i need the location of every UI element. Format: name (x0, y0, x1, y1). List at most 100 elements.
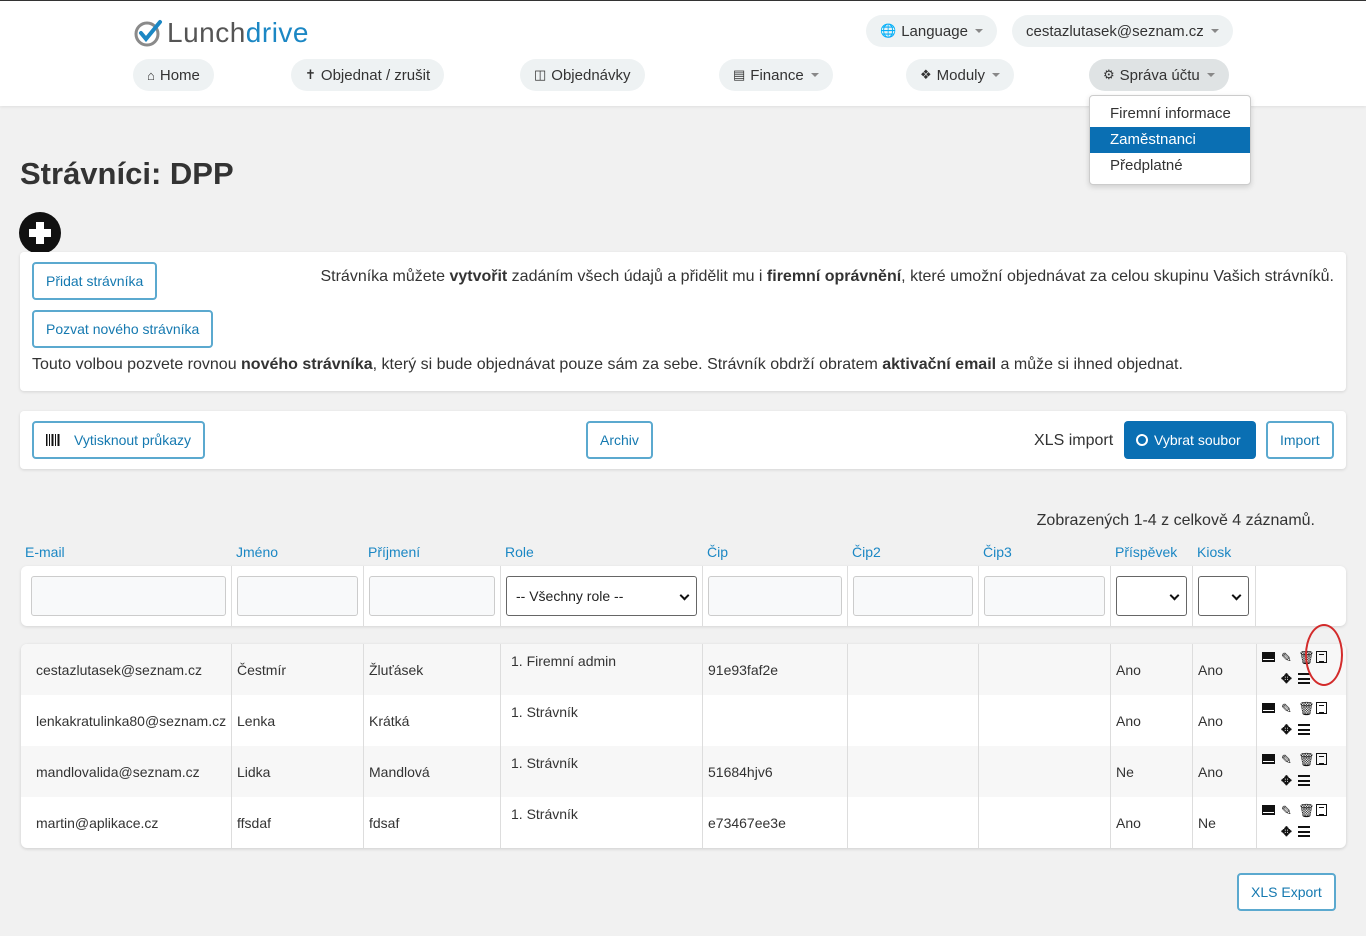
cell-kiosk: Ne (1193, 797, 1257, 848)
logo-text-lunch: Lunch (167, 17, 246, 48)
add-diner-button[interactable]: Přidat strávníka (32, 262, 158, 300)
move-arrows-icon[interactable]: ✥ (1280, 774, 1293, 787)
plus-circle-icon[interactable] (19, 212, 61, 254)
cell-role: 1. Firemní admin (501, 644, 703, 695)
upload-circle-icon (1136, 434, 1148, 446)
menu-item-employees[interactable]: Zaměstnanci (1090, 127, 1250, 153)
xls-import-label: XLS import (1034, 432, 1114, 449)
invite-diner-button[interactable]: Pozvat nového strávníka (32, 310, 214, 348)
pencil-icon[interactable]: ✎ (1280, 804, 1293, 817)
row-actions: ✎ 🗑 ✥ (1257, 746, 1346, 797)
nav-orders[interactable]: ◫ Objednávky (520, 59, 645, 91)
kiosk-filter-select[interactable] (1198, 576, 1249, 616)
trash-icon[interactable]: 🗑 (1298, 753, 1315, 766)
envelope-icon[interactable] (1262, 805, 1275, 815)
envelope-icon[interactable] (1262, 754, 1275, 764)
cell-first-name: ffsdaf (232, 797, 364, 848)
move-arrows-icon[interactable]: ✥ (1280, 723, 1293, 736)
records-summary: Zobrazených 1-4 z celkově 4 záznamů. (1036, 512, 1315, 529)
cell-chip: e73467ee3e (703, 797, 848, 848)
cell-last-name: Krátká (364, 695, 501, 746)
nav-finance[interactable]: ▤ Finance (719, 59, 833, 91)
cell-kiosk: Ano (1193, 746, 1257, 797)
menu-item-company-info[interactable]: Firemní informace (1090, 101, 1250, 127)
chevron-down-icon (810, 73, 819, 77)
cell-last-name: Žluťásek (364, 644, 501, 695)
cell-contribution: Ano (1111, 644, 1193, 695)
chip-filter-input[interactable] (708, 576, 842, 616)
print-cards-label: Vytisknout průkazy (74, 432, 191, 448)
last-name-filter-input[interactable] (369, 576, 495, 616)
column-header-kiosk[interactable]: Kiosk (1197, 544, 1231, 560)
column-header-chip3[interactable]: Čip3 (983, 544, 1012, 560)
logo-text-drive: drive (245, 17, 309, 48)
choose-file-button[interactable]: Vybrat soubor (1124, 421, 1256, 459)
cell-chip: 91e93faf2e (703, 644, 848, 695)
envelope-icon[interactable] (1262, 652, 1275, 662)
list-icon[interactable] (1298, 724, 1310, 735)
list-icon[interactable] (1298, 673, 1310, 684)
print-cards-button[interactable]: Vytisknout průkazy (32, 421, 205, 459)
cell-role: 1. Strávník (501, 797, 703, 848)
column-header-email[interactable]: E-mail (25, 544, 65, 560)
nav-order[interactable]: ✝ Objednat / zrušit (291, 59, 445, 91)
email-filter-input[interactable] (31, 576, 226, 616)
document-icon[interactable] (1316, 753, 1327, 765)
chevron-down-icon (1169, 590, 1180, 601)
pencil-icon[interactable]: ✎ (1280, 651, 1293, 664)
column-header-chip2[interactable]: Čip2 (852, 544, 881, 560)
chevron-down-icon (974, 29, 983, 33)
list-icon[interactable] (1298, 775, 1310, 786)
chip3-filter-input[interactable] (984, 576, 1105, 616)
cell-kiosk: Ano (1193, 695, 1257, 746)
archive-button[interactable]: Archiv (586, 421, 653, 459)
menu-item-subscription[interactable]: Předplatné (1090, 153, 1250, 179)
cell-chip2 (848, 695, 979, 746)
import-button[interactable]: Import (1266, 421, 1334, 459)
move-arrows-icon[interactable]: ✥ (1280, 672, 1293, 685)
chip2-filter-input[interactable] (853, 576, 973, 616)
pencil-icon[interactable]: ✎ (1280, 702, 1293, 715)
cell-role: 1. Strávník (501, 695, 703, 746)
gear-icon: ⚙ (1103, 67, 1115, 82)
role-filter-value: -- Všechny role -- (516, 588, 624, 604)
column-header-chip[interactable]: Čip (707, 544, 728, 560)
xls-export-button[interactable]: XLS Export (1237, 873, 1336, 911)
cell-last-name: fdsaf (364, 797, 501, 848)
chevron-down-icon (992, 73, 1001, 77)
nav-account-label: Správa účtu (1119, 66, 1200, 84)
table-row: lenkakratulinka80@seznam.cz Lenka Krátká… (21, 695, 1346, 746)
first-name-filter-input[interactable] (237, 576, 358, 616)
column-header-last-name[interactable]: Příjmení (368, 544, 420, 560)
barcode-icon (46, 434, 60, 446)
cell-email: lenkakratulinka80@seznam.cz (21, 695, 232, 746)
nav-home[interactable]: ⌂ Home (133, 59, 214, 91)
trash-icon[interactable]: 🗑 (1298, 702, 1315, 715)
cell-first-name: Lenka (232, 695, 364, 746)
filter-row: -- Všechny role -- (21, 566, 1346, 626)
pencil-icon[interactable]: ✎ (1280, 753, 1293, 766)
column-header-contribution[interactable]: Příspěvek (1115, 544, 1177, 560)
trash-icon[interactable]: 🗑 (1298, 804, 1315, 817)
user-account-dropdown[interactable]: cestazlutasek@seznam.cz (1012, 15, 1233, 47)
nav-account-management[interactable]: ⚙ Správa účtu (1089, 59, 1229, 91)
cell-kiosk: Ano (1193, 644, 1257, 695)
role-filter-select[interactable]: -- Všechny role -- (506, 576, 697, 616)
row-actions: ✎ 🗑 ✥ (1257, 797, 1346, 848)
nav-home-label: Home (159, 66, 200, 84)
lunchdrive-logo[interactable]: Lunchdrive (133, 15, 309, 51)
add-diner-description: Strávníka můžete vytvořit zadáním všech … (320, 268, 1334, 285)
nav-modules[interactable]: ❖ Moduly (906, 59, 1015, 91)
cell-first-name: Čestmír (232, 644, 364, 695)
column-header-first-name[interactable]: Jméno (236, 544, 278, 560)
list-icon[interactable] (1298, 826, 1310, 837)
document-icon[interactable] (1316, 804, 1327, 816)
contribution-filter-select[interactable] (1116, 576, 1187, 616)
column-header-role[interactable]: Role (505, 544, 534, 560)
cell-contribution: Ne (1111, 746, 1193, 797)
move-arrows-icon[interactable]: ✥ (1280, 825, 1293, 838)
language-dropdown[interactable]: 🌐 Language (866, 15, 997, 47)
document-icon[interactable] (1316, 702, 1327, 714)
table-row: mandlovalida@seznam.cz Lidka Mandlová 1.… (21, 746, 1346, 797)
envelope-icon[interactable] (1262, 703, 1275, 713)
